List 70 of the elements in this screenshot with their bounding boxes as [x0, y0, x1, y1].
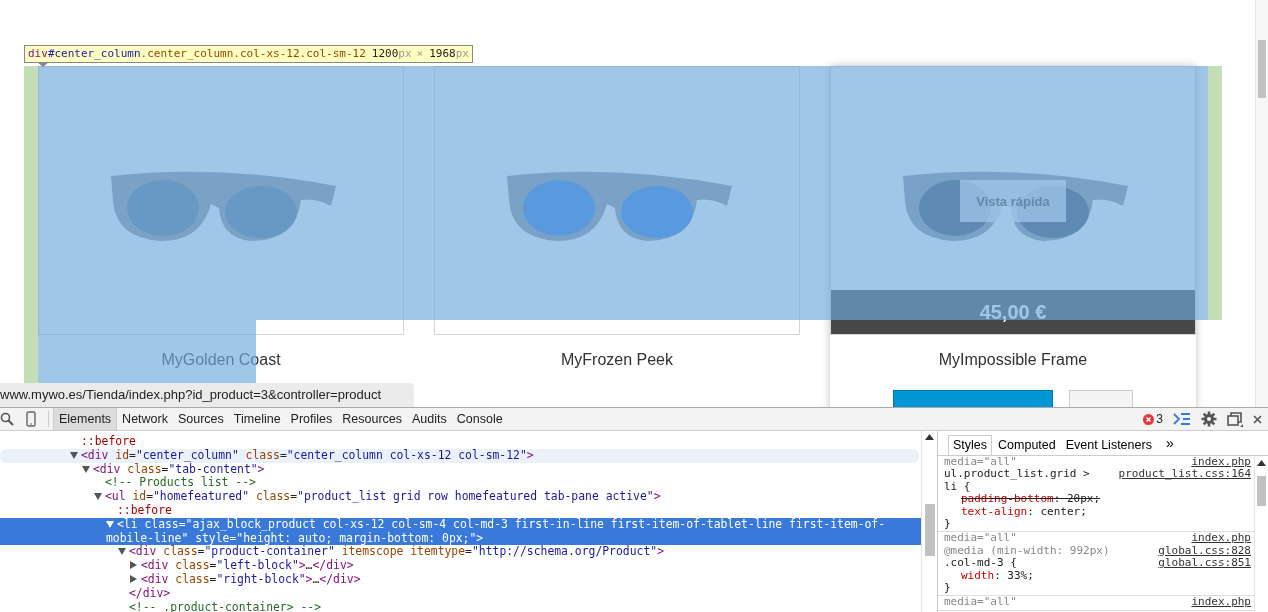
devtools-tab[interactable]: Resources: [337, 408, 408, 430]
scroll-up-arrow-icon[interactable]: [925, 434, 934, 440]
dom-node[interactable]: ::before: [0, 504, 921, 518]
scrollbar-thumb[interactable]: [1257, 476, 1266, 506]
css-declaration[interactable]: text-align: center;: [961, 505, 1087, 519]
error-icon: [1143, 413, 1155, 425]
dom-node[interactable]: <div id="center_column" class="center_column col-xs-12 col-sm-12">: [0, 448, 919, 463]
dom-node[interactable]: <!-- Products list -->: [0, 476, 921, 491]
css-declaration[interactable]: padding-bottom: 20px;: [961, 493, 1101, 506]
styles-tab[interactable]: Computed: [994, 436, 1060, 455]
dom-node[interactable]: <div class="tab-content">: [0, 462, 921, 477]
dom-node[interactable]: ::before: [0, 435, 921, 449]
css-selector: li {: [944, 480, 971, 494]
source-link[interactable]: index.php: [1191, 532, 1251, 545]
styles-tab[interactable]: Event Listeners: [1061, 436, 1156, 455]
devtools-tab[interactable]: Elements: [53, 408, 118, 430]
status-url: www.mywo.es/Tienda/index.php?id_product=3&controller=product: [0, 383, 414, 407]
styles-scrollbar[interactable]: [1254, 456, 1268, 612]
devtools-tab[interactable]: Profiles: [285, 408, 338, 430]
rule-origin: @media (min-width: 992px): [944, 544, 1110, 558]
devtools-tab[interactable]: Audits: [407, 408, 452, 430]
product-image[interactable]: [38, 66, 404, 335]
css-selector: ul.product_list.grid >: [944, 468, 1090, 481]
product-image[interactable]: [434, 66, 800, 335]
source-link[interactable]: global.css:851: [1158, 557, 1251, 570]
scrollbar-thumb[interactable]: [1258, 40, 1266, 98]
source-link[interactable]: global.css:828: [1158, 544, 1251, 558]
devtools-tab[interactable]: Timeline: [228, 408, 286, 430]
close-icon[interactable]: [1253, 414, 1262, 424]
console-drawer-icon[interactable]: [1173, 412, 1191, 426]
page-scrollbar[interactable]: [1255, 0, 1268, 407]
mobile-device-icon[interactable]: [26, 411, 36, 427]
dom-node[interactable]: <div class="left-block">…</div>: [0, 559, 921, 573]
more-tabs-button[interactable]: »: [1157, 435, 1182, 455]
expand-triangle-icon[interactable]: [118, 548, 126, 556]
dom-node[interactable]: <ul id="homefeatured" class="product_list grid row homefeatured tab-pane active">: [0, 490, 921, 504]
devtools-tab[interactable]: Sources: [172, 408, 229, 430]
css-declaration[interactable]: width: 33%;: [961, 569, 1034, 583]
settings-icon[interactable]: [1201, 411, 1217, 427]
element-tooltip: div#center_column.center_column.col-xs-12.col-sm-12 1200px × 1968px: [24, 45, 473, 63]
tooltip-pointer-icon: [37, 62, 49, 67]
expand-triangle-icon[interactable]: [106, 520, 114, 528]
scrollbar-thumb[interactable]: [924, 504, 935, 556]
dom-node[interactable]: </div>: [0, 586, 921, 601]
dock-icon[interactable]: [1227, 411, 1243, 427]
rule-origin: media="all": [944, 596, 1017, 609]
product-name[interactable]: MyGolden Coast: [38, 351, 404, 369]
dom-node[interactable]: <div class="right-block">…</div>: [0, 572, 921, 587]
error-count[interactable]: 3: [1156, 412, 1163, 426]
source-link[interactable]: index.php: [1191, 596, 1251, 609]
devtools-tab[interactable]: Network: [117, 408, 173, 430]
dom-node[interactable]: <li class="ajax_block_product col-xs-12 col-sm-4 col-md-3 first-in-line first-item-of-tablet-line first-item-of-mobile-line" style="height: auto; margin-bottom: 0px;">: [0, 517, 921, 546]
search-icon[interactable]: [0, 412, 14, 426]
rule-origin: media="all": [944, 532, 1017, 545]
closing-brace: }: [944, 518, 951, 531]
dom-node[interactable]: <div class="product-container" itemscope itemtype="http://schema.org/Product">: [0, 545, 921, 560]
expand-triangle-icon[interactable]: [94, 493, 102, 501]
dom-scrollbar[interactable]: [921, 431, 937, 612]
closing-brace: }: [944, 582, 951, 595]
product-name[interactable]: MyImpossible Frame: [830, 351, 1196, 369]
source-link[interactable]: product_list.css:164: [1118, 468, 1251, 481]
styles-tab[interactable]: Styles: [948, 435, 993, 455]
rule-origin: media="all": [944, 456, 1017, 469]
dom-node[interactable]: <!-- .product-container> -->: [0, 600, 921, 612]
devtools-tab[interactable]: Console: [451, 408, 508, 430]
scroll-up-arrow-icon[interactable]: [1257, 460, 1266, 466]
css-selector: .col-md-3 {: [944, 557, 1017, 570]
product-price: 45,00 €: [979, 300, 1047, 324]
source-link[interactable]: index.php: [1191, 456, 1251, 469]
product-name[interactable]: MyFrozen Peek: [434, 351, 800, 369]
